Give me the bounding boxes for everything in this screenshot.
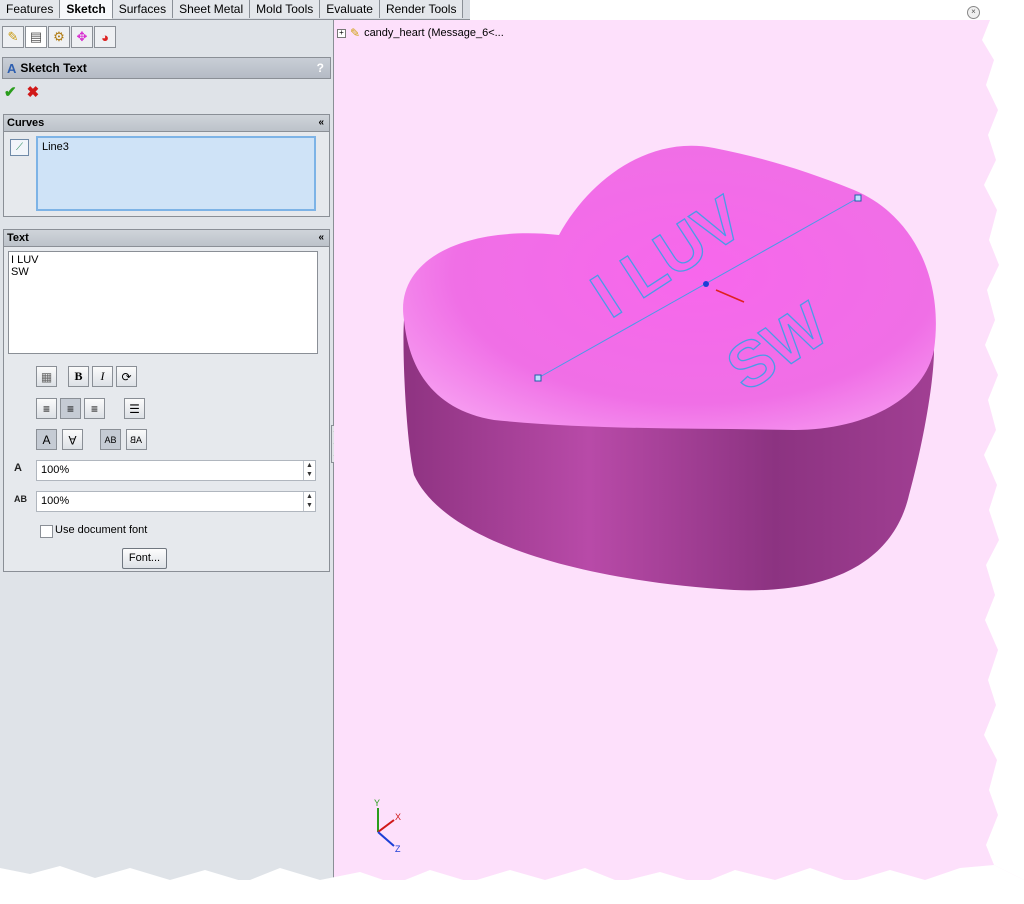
torn-edge-right: [982, 0, 1024, 880]
solidworks-window: Features Sketch Surfaces Sheet Metal Mol…: [0, 0, 1024, 904]
torn-edge-overlay: [0, 0, 1024, 904]
torn-edge-bottom: [0, 865, 1024, 904]
